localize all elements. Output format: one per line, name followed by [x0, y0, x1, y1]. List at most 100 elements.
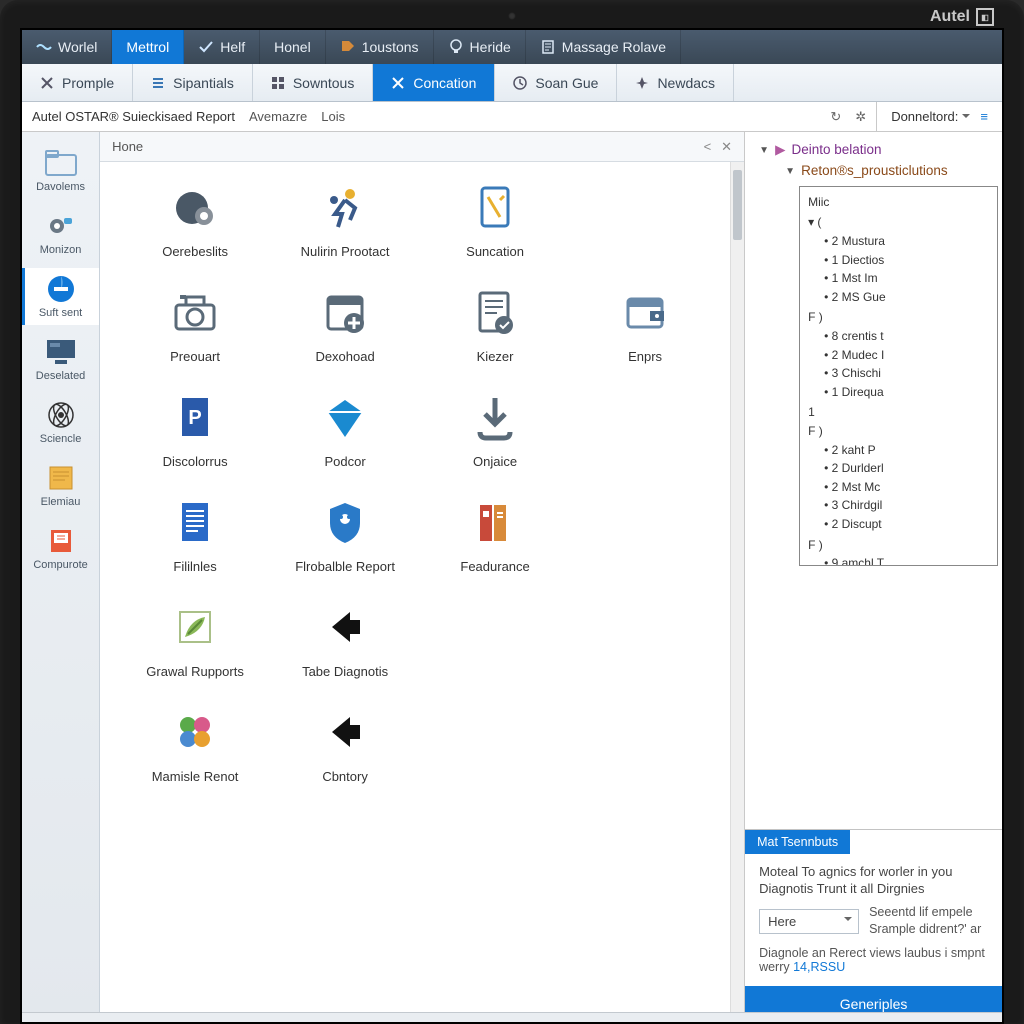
- tablet-icon: [468, 180, 522, 234]
- docchk-icon: [468, 285, 522, 339]
- menu-worlel[interactable]: Worlel: [22, 30, 112, 64]
- bottom-select[interactable]: Here: [759, 909, 859, 934]
- donneltord-dropdown[interactable]: Donneltord:: [891, 109, 970, 124]
- breadcrumb-sub1[interactable]: Avemazre: [249, 109, 307, 124]
- check-icon: [198, 39, 214, 55]
- sidebar-item-suft-sent[interactable]: Suft sent: [22, 268, 99, 325]
- tree-child[interactable]: ▼Reton®s_prousticlutions: [759, 161, 998, 182]
- device-camera: [508, 12, 516, 20]
- sidebar-item-elemiau[interactable]: Elemiau: [22, 457, 99, 514]
- breadcrumb-sub2[interactable]: Lois: [321, 109, 345, 124]
- runner-icon: [318, 180, 372, 234]
- sidebar-item-sciencle[interactable]: Sciencle: [22, 394, 99, 451]
- menu-massage-rolave[interactable]: Massage Rolave: [526, 30, 681, 64]
- menu-mettrol[interactable]: Mettrol: [112, 30, 184, 64]
- grid-item-label: Feadurance: [460, 559, 529, 574]
- download-icon: [468, 390, 522, 444]
- shield-icon: [318, 495, 372, 549]
- atom-icon: [44, 400, 78, 430]
- svg-text:P: P: [188, 407, 201, 429]
- grid-item-enprs[interactable]: Enprs: [570, 285, 720, 364]
- app-grid: Oerebeslits Nulirin Prootact Suncation Preo…: [100, 162, 730, 1022]
- clock-icon: [513, 76, 527, 90]
- align-icon[interactable]: ≡: [980, 109, 988, 124]
- bottom-link[interactable]: 14,RSSU: [793, 960, 845, 974]
- pin-icon: [635, 76, 649, 90]
- statusbar: [22, 1012, 1002, 1022]
- bottom-foot: Diagnole an Rerect views laubus i smpnt …: [759, 946, 988, 974]
- bottom-line2: Diagnotis Trunt it all Dirgnies: [759, 881, 988, 896]
- grid-item-dexohoad[interactable]: Dexohoad: [270, 285, 420, 364]
- grid-item-label: Nulirin Prootact: [301, 244, 390, 259]
- book-icon: [44, 526, 78, 556]
- tab-sowntous[interactable]: Sowntous: [253, 64, 373, 101]
- sidebar-item-davolems[interactable]: Davolems: [22, 142, 99, 199]
- grid-item-label: Oerebeslits: [162, 244, 228, 259]
- grid-item-mamisle-renot[interactable]: Mamisle Renot: [120, 705, 270, 784]
- sidebar-item-monizon[interactable]: Monizon: [22, 205, 99, 262]
- arrowl-icon: [318, 600, 372, 654]
- tab-soan-gue[interactable]: Soan Gue: [495, 64, 617, 101]
- tree-root[interactable]: ▼▶Deinto belation: [759, 140, 998, 161]
- tab-concation[interactable]: Concation: [373, 64, 495, 101]
- bottom-card: Mat Tsennbuts Moteal To agnics for worle…: [745, 829, 1002, 1022]
- tab-promple[interactable]: Promple: [22, 64, 133, 101]
- grid-item-grawal-rupports[interactable]: Grawal Rupports: [120, 600, 270, 679]
- grid-item-flrobalble-report[interactable]: Flrobalble Report: [270, 495, 420, 574]
- helmet-icon: [168, 180, 222, 234]
- camera-icon: [168, 285, 222, 339]
- grid-item-oerebeslits[interactable]: Oerebeslits: [120, 180, 270, 259]
- grid-item-label: Preouart: [170, 349, 220, 364]
- grid-item-tabe-diagnotis[interactable]: Tabe Diagnotis: [270, 600, 420, 679]
- grid-item-feadurance[interactable]: Feadurance: [420, 495, 570, 574]
- menu-heride[interactable]: Heride: [434, 30, 526, 64]
- menu-helf[interactable]: Helf: [184, 30, 260, 64]
- grid-item-onjaice[interactable]: Onjaice: [420, 390, 570, 469]
- grid-item-label: Mamisle Renot: [152, 769, 239, 784]
- menu-honel[interactable]: Honel: [260, 30, 326, 64]
- tab-newdacs[interactable]: Newdacs: [617, 64, 734, 101]
- grid-item-label: Onjaice: [473, 454, 517, 469]
- sidebar-item-compurote[interactable]: Compurote: [22, 520, 99, 577]
- books-icon: [468, 495, 522, 549]
- grid-item-label: Kiezer: [477, 349, 514, 364]
- tab-sipantials[interactable]: Sipantials: [133, 64, 253, 101]
- bottom-tab[interactable]: Mat Tsennbuts: [745, 830, 850, 854]
- tree-detail-box: Miic▾ (• 2 Mustura• 1 Diectios• 1 Mst Im…: [799, 186, 998, 566]
- scrollbar[interactable]: [730, 162, 744, 1022]
- sidebar-item-deselated[interactable]: Deselated: [22, 331, 99, 388]
- grid-item-podcor[interactable]: Podcor: [270, 390, 420, 469]
- grid-item-label: Fililnles: [173, 559, 216, 574]
- grid-item-discolorrus[interactable]: PDiscolorrus: [120, 390, 270, 469]
- xblue-icon: [318, 390, 372, 444]
- grid-item-label: Cbntory: [322, 769, 368, 784]
- panel-title: Hone: [112, 139, 143, 154]
- grid-item-suncation[interactable]: Suncation: [420, 180, 570, 259]
- x-icon: [40, 76, 54, 90]
- tabbar: Promple Sipantials Sowntous Concation So…: [22, 64, 1002, 102]
- grid-item-label: Podcor: [324, 454, 365, 469]
- share-icon[interactable]: <: [704, 139, 712, 155]
- note-icon: [44, 463, 78, 493]
- panel-header: Hone < ✕: [100, 132, 744, 162]
- device-brand: Autel ◧: [930, 8, 994, 26]
- breadcrumb-title: Autel OSTAR® Suieckisaed Report: [32, 109, 235, 124]
- bottom-line1: Moteal To agnics for worler in you: [759, 864, 988, 879]
- grid-item-label: Suncation: [466, 244, 524, 259]
- doc-icon: [540, 39, 556, 55]
- x-icon: [391, 76, 405, 90]
- grid-item-fililnles[interactable]: Fililnles: [120, 495, 270, 574]
- grid-icon: [271, 76, 285, 90]
- clover-icon: [168, 705, 222, 759]
- grid-item-preouart[interactable]: Preouart: [120, 285, 270, 364]
- grid-item-kiezer[interactable]: Kiezer: [420, 285, 570, 364]
- settings-small-icon[interactable]: ✲: [855, 109, 866, 125]
- grid-item-cbntory[interactable]: Cbntory: [270, 705, 420, 784]
- sidebar: Davolems Monizon Suft sent Deselated Sci…: [22, 132, 100, 1022]
- grid-item-nulirin-prootact[interactable]: Nulirin Prootact: [270, 180, 420, 259]
- close-panel-icon[interactable]: ✕: [721, 139, 732, 155]
- menu-1oustons[interactable]: 1oustons: [326, 30, 434, 64]
- wave-icon: [36, 39, 52, 55]
- gear-icon: [44, 211, 78, 241]
- refresh-icon[interactable]: ↻: [830, 109, 841, 125]
